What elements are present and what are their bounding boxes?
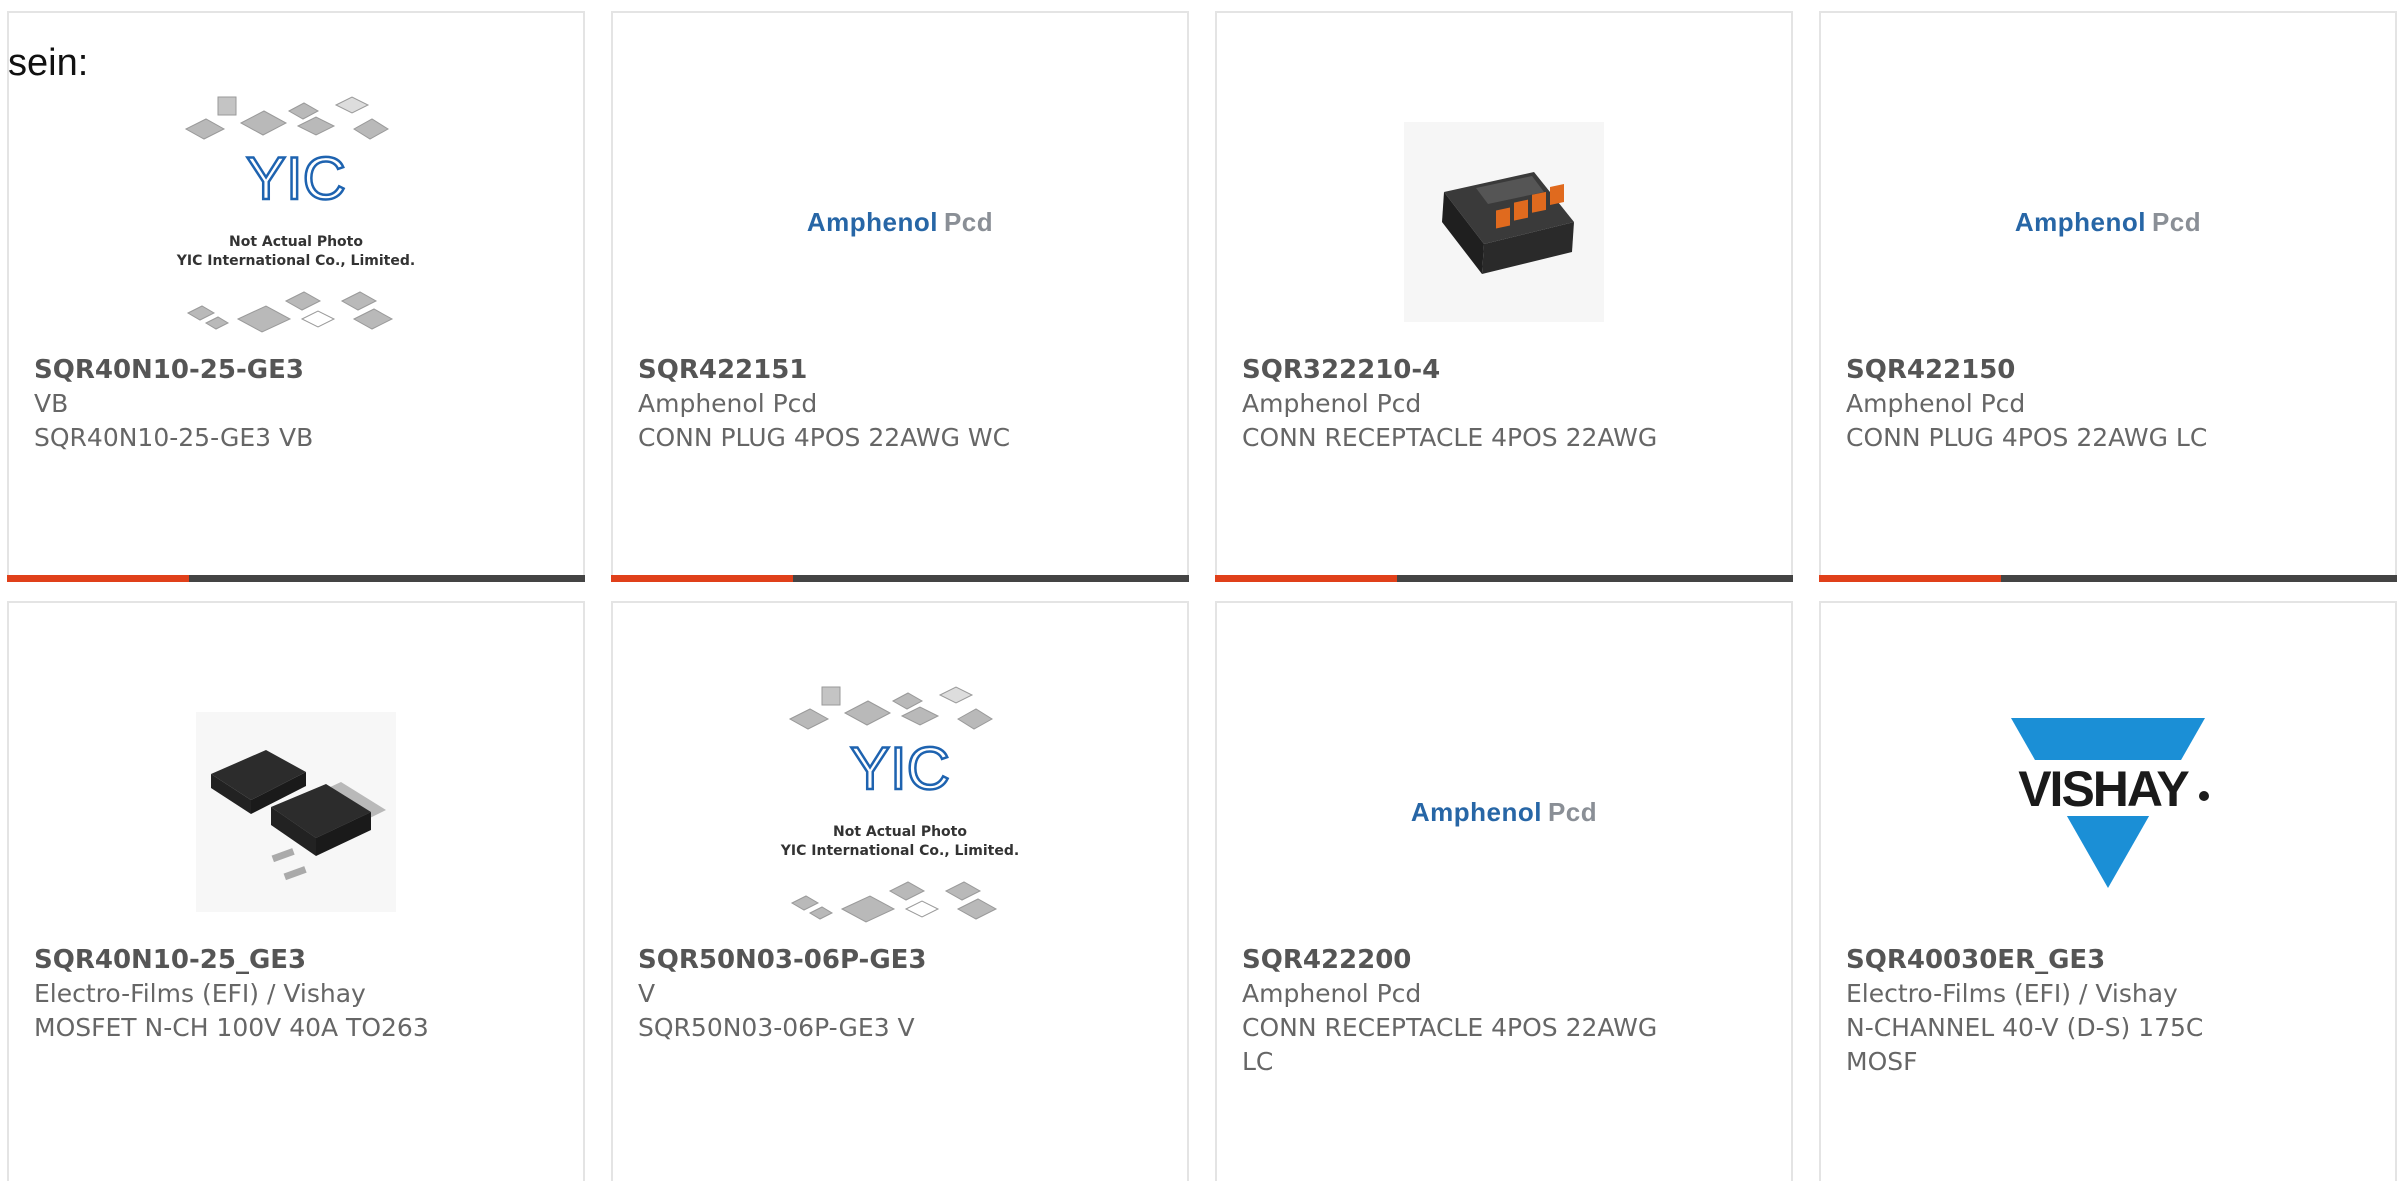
part-number[interactable]: SQR422150 bbox=[1846, 353, 2375, 387]
product-card[interactable]: SQR322210-4 Amphenol Pcd CONN RECEPTACLE… bbox=[1215, 11, 1793, 582]
manufacturer: Amphenol Pcd bbox=[1846, 389, 2026, 418]
card-progress-bar bbox=[1819, 575, 2397, 582]
yic-logo-text: YIC bbox=[246, 145, 346, 212]
product-image-amphenol-logo: Amphenol Pcd bbox=[770, 91, 1030, 353]
product-image-amphenol-logo: Amphenol Pcd bbox=[1978, 91, 2238, 353]
product-grid: YIC Not Actual Photo YIC International C… bbox=[0, 0, 2400, 1181]
part-number[interactable]: SQR322210-4 bbox=[1242, 353, 1771, 387]
yic-note-line-2: YIC International Co., Limited. bbox=[176, 253, 415, 269]
product-image-vishay-logo: VISHAY bbox=[1978, 681, 2238, 943]
description: SQR40N10-25-GE3 VB bbox=[34, 423, 314, 452]
product-info: SQR40N10-25-GE3 VB SQR40N10-25-GE3 VB bbox=[34, 353, 563, 455]
vishay-logo-text: VISHAY bbox=[2018, 761, 2189, 817]
description: SQR50N03-06P-GE3 V bbox=[638, 1013, 915, 1042]
part-number[interactable]: SQR40030ER_GE3 bbox=[1846, 943, 2375, 977]
part-number[interactable]: SQR422200 bbox=[1242, 943, 1771, 977]
manufacturer: V bbox=[638, 979, 656, 1008]
product-card[interactable]: YIC Not Actual Photo YIC International C… bbox=[7, 11, 585, 582]
description: MOSFET N-CH 100V 40A TO263 bbox=[34, 1013, 429, 1042]
connector-photo-icon bbox=[1404, 122, 1604, 322]
product-info: SQR322210-4 Amphenol Pcd CONN RECEPTACLE… bbox=[1242, 353, 1771, 455]
yic-logo-text: YIC bbox=[850, 735, 950, 802]
yic-note-line-2: YIC International Co., Limited. bbox=[780, 843, 1019, 859]
to263-photo-icon bbox=[196, 712, 396, 912]
description: CONN RECEPTACLE 4POS 22AWG bbox=[1242, 423, 1658, 452]
product-info: SQR40N10-25_GE3 Electro-Films (EFI) / Vi… bbox=[34, 943, 563, 1045]
product-card[interactable]: Amphenol Pcd SQR422200 Amphenol Pcd CONN … bbox=[1215, 601, 1793, 1181]
product-info: SQR40030ER_GE3 Electro-Films (EFI) / Vis… bbox=[1846, 943, 2375, 1079]
product-card[interactable]: VISHAY SQR40030ER_GE3 Electro-Films (EFI… bbox=[1819, 601, 2397, 1181]
manufacturer: Electro-Films (EFI) / Vishay bbox=[1846, 979, 2178, 1008]
card-progress-bar bbox=[1215, 575, 1793, 582]
amphenol-logo-icon: Amphenol Pcd bbox=[1410, 796, 1598, 827]
product-info: SQR422151 Amphenol Pcd CONN PLUG 4POS 22… bbox=[638, 353, 1167, 455]
yic-note-line-1: Not Actual Photo bbox=[833, 824, 967, 840]
yic-note-line-1: Not Actual Photo bbox=[229, 234, 363, 250]
description: CONN RECEPTACLE 4POS 22AWG LC bbox=[1242, 1013, 1658, 1076]
product-image-to263-photo bbox=[166, 681, 426, 943]
part-number[interactable]: SQR40N10-25-GE3 bbox=[34, 353, 563, 387]
product-card[interactable]: SQR40N10-25_GE3 Electro-Films (EFI) / Vi… bbox=[7, 601, 585, 1181]
manufacturer: Amphenol Pcd bbox=[638, 389, 818, 418]
amphenol-logo-icon: Amphenol Pcd bbox=[806, 206, 994, 237]
manufacturer: VB bbox=[34, 389, 69, 418]
manufacturer: Amphenol Pcd bbox=[1242, 979, 1422, 1008]
manufacturer: Amphenol Pcd bbox=[1242, 389, 1422, 418]
page-label: sein: bbox=[8, 42, 89, 84]
product-info: SQR50N03-06P-GE3 V SQR50N03-06P-GE3 V bbox=[638, 943, 1167, 1045]
yic-placeholder-icon: YIC Not Actual Photo YIC International C… bbox=[176, 96, 415, 333]
manufacturer: Electro-Films (EFI) / Vishay bbox=[34, 979, 366, 1008]
product-image-yic-placeholder: YIC Not Actual Photo YIC International C… bbox=[770, 681, 1030, 943]
description: CONN PLUG 4POS 22AWG LC bbox=[1846, 423, 2208, 452]
description: N-CHANNEL 40-V (D-S) 175C MOSF bbox=[1846, 1013, 2204, 1076]
product-card[interactable]: YIC Not Actual Photo YIC International C… bbox=[611, 601, 1189, 1181]
product-card[interactable]: Amphenol Pcd SQR422150 Amphenol Pcd CONN … bbox=[1819, 11, 2397, 582]
product-info: SQR422150 Amphenol Pcd CONN PLUG 4POS 22… bbox=[1846, 353, 2375, 455]
amphenol-logo-icon: Amphenol Pcd bbox=[2014, 206, 2202, 237]
yic-placeholder-icon: YIC Not Actual Photo YIC International C… bbox=[780, 686, 1019, 923]
part-number[interactable]: SQR422151 bbox=[638, 353, 1167, 387]
part-number[interactable]: SQR50N03-06P-GE3 bbox=[638, 943, 1167, 977]
product-card[interactable]: Amphenol Pcd SQR422151 Amphenol Pcd CONN … bbox=[611, 11, 1189, 582]
card-progress-bar bbox=[7, 575, 585, 582]
product-info: SQR422200 Amphenol Pcd CONN RECEPTACLE 4… bbox=[1242, 943, 1771, 1079]
vishay-logo-icon: VISHAY bbox=[2003, 718, 2213, 888]
description: CONN PLUG 4POS 22AWG WC bbox=[638, 423, 1011, 452]
product-image-amphenol-logo: Amphenol Pcd bbox=[1374, 681, 1634, 943]
product-image-connector-photo bbox=[1374, 91, 1634, 353]
part-number[interactable]: SQR40N10-25_GE3 bbox=[34, 943, 563, 977]
card-progress-bar bbox=[611, 575, 1189, 582]
product-image-yic-placeholder: YIC Not Actual Photo YIC International C… bbox=[166, 91, 426, 353]
